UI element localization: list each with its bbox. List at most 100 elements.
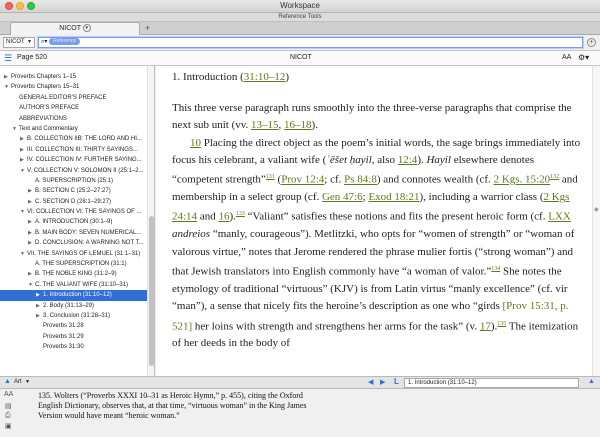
disclosure-closed-icon[interactable]: ▶ (36, 311, 43, 321)
heading-text: 1. Introduction ( (172, 71, 244, 83)
toc-item[interactable]: ▶ B. COLLECTION IIB: THE LORD AND HI... (0, 134, 154, 144)
heading-reference-link[interactable]: 31:10–12 (244, 71, 286, 83)
new-tab-icon[interactable]: + (145, 23, 150, 33)
toc-item[interactable]: ▶ B. THE NOBLE KING (31:2–9) (0, 269, 154, 279)
disclosure-closed-icon[interactable]: ▶ (28, 217, 35, 227)
disclosure-open-icon[interactable]: ▼ (28, 280, 35, 290)
text: ; cf. (324, 173, 345, 186)
disclosure-open-icon[interactable]: ▼ (4, 82, 11, 92)
page-number: Page 520 (17, 54, 47, 61)
footnote-link[interactable]: 132 (550, 174, 559, 180)
copy-icon[interactable]: ▤ (5, 402, 12, 410)
disclosure-open-icon[interactable]: ▼ (20, 249, 27, 259)
paragraph: This three verse paragraph runs smoothly… (172, 100, 582, 135)
tab-nicot[interactable]: NICOT ▾ (10, 22, 140, 35)
toc-item[interactable]: ▶ B. SECTION C (25:2–27:27) (0, 186, 154, 196)
toc-item[interactable]: ▶ 2. Body (31:13–29) (0, 301, 154, 311)
disclosure-closed-icon[interactable]: ▶ (20, 155, 27, 165)
toc-item[interactable]: ▶ 3. Conclusion (31:28–31) (0, 311, 154, 321)
scripture-link[interactable]: 2 Kgs. 15:20 (494, 174, 551, 186)
greek-term: andreios (172, 228, 211, 241)
toc-scroll-thumb[interactable] (149, 216, 154, 366)
toc-item[interactable]: ▶ Proverbs Chapters 1–15 (0, 72, 154, 82)
abbreviation-link[interactable]: LXX (548, 211, 571, 223)
footnote-link[interactable]: 135 (497, 321, 506, 327)
reference-pill[interactable]: Reference (49, 38, 81, 45)
toc-item[interactable]: ▶ A. INTRODUCTION (30:1–9) (0, 217, 154, 227)
reference-input[interactable]: ⌕▾ Reference (38, 37, 583, 48)
scripture-link[interactable]: Exod 18:21 (368, 191, 419, 203)
toc-item[interactable]: ▼ C. THE VALIANT WIFE (31:10–31) (0, 280, 154, 290)
scripture-link[interactable]: Ps 84:8 (344, 174, 377, 186)
scroll-marker-icon: ◆ (594, 207, 599, 213)
disclosure-closed-icon[interactable]: ▶ (20, 134, 27, 144)
location-link-icon[interactable]: L (394, 377, 399, 386)
zoom-window-button[interactable] (27, 2, 35, 10)
toc-item[interactable]: A. SUPERSCRIPTION (25:1) (0, 176, 154, 186)
disclosure-open-icon[interactable]: ▼ (20, 166, 27, 176)
toc-item[interactable]: Proverbs 31:29 (0, 332, 154, 342)
toc-item[interactable]: Proverbs 31:28 (0, 321, 154, 331)
font-size-icon[interactable]: AA (562, 51, 571, 65)
disclosure-closed-icon[interactable]: ▶ (20, 145, 27, 155)
toc-item[interactable]: ▼ V. COLLECTION V: SOLOMON II (25:1–2... (0, 166, 154, 176)
toc-item[interactable]: ▶ III. COLLECTION III: THIRTY SAYINGS... (0, 145, 154, 155)
toc-item[interactable]: ▼ VI. COLLECTION VI: THE SAYINGS OF ... (0, 207, 154, 217)
tab-menu-icon[interactable]: ▾ (82, 24, 91, 33)
toc-item[interactable]: GENERAL EDITOR'S PREFACE (0, 93, 154, 103)
gear-icon[interactable]: ⚙▾ (578, 51, 589, 65)
toc-item[interactable]: ▶ B. MAIN BODY: SEVEN NUMERICAL... (0, 228, 154, 238)
pin-icon[interactable]: ▣ (5, 422, 12, 430)
add-icon[interactable]: + (587, 38, 596, 47)
disclosure-open-icon[interactable]: ▼ (12, 124, 19, 134)
art-chevron-down-icon[interactable]: ▼ (25, 379, 30, 385)
verse-link[interactable]: 10 (190, 137, 201, 149)
toc-item[interactable]: ▼ Proverbs Chapters 15–31 (0, 82, 154, 92)
scripture-link[interactable]: Prov 12:4 (281, 174, 324, 186)
toc-item-label: B. SECTION C (25:2–27:27) (35, 188, 111, 195)
scripture-link[interactable]: 17 (480, 320, 491, 332)
disclosure-closed-icon[interactable]: ▶ (28, 238, 35, 248)
toc-item[interactable]: ▶ IV. COLLECTION IV: FURTHER SAYING... (0, 155, 154, 165)
scripture-link[interactable]: 16 (218, 211, 229, 223)
toc-toggle-icon[interactable]: ☰ (4, 51, 12, 65)
toc-item-label: Proverbs 31:30 (43, 344, 84, 351)
toc-item[interactable]: ▶ D. CONCLUSION: A WARNING NOT T... (0, 238, 154, 248)
disclosure-open-icon[interactable]: ▼ (20, 207, 27, 217)
disclosure-closed-icon[interactable]: ▶ (36, 301, 43, 311)
toc-item[interactable]: AUTHOR'S PREFACE (0, 103, 154, 113)
scripture-link[interactable]: 12:4 (398, 154, 418, 166)
scripture-link[interactable]: Gen 47:6 (322, 191, 363, 203)
art-menu[interactable]: Art (14, 379, 22, 385)
footnote-link[interactable]: 131 (266, 174, 275, 180)
toc-item[interactable]: A. THE SUPERSCRIPTION (31:1) (0, 259, 154, 269)
expand-icon[interactable]: ▲ (588, 378, 595, 385)
footnote-link[interactable]: 133 (236, 211, 245, 217)
content-scrollbar[interactable]: ◆ (592, 66, 600, 376)
scripture-link[interactable]: 13–15 (251, 119, 279, 131)
location-field[interactable]: 1. Introduction (31:10–12) (404, 378, 579, 388)
toc-item[interactable]: ▶ C. SECTION D (28:1–29:27) (0, 197, 154, 207)
disclosure-closed-icon[interactable]: ▶ (28, 269, 35, 279)
toc-scrollbar[interactable] (147, 66, 154, 376)
footnote-link[interactable]: 134 (491, 266, 500, 272)
disclosure-closed-icon[interactable]: ▶ (36, 290, 43, 300)
back-arrow-icon[interactable]: ◀ (368, 378, 373, 386)
toc-item[interactable]: Proverbs 31:30 (0, 342, 154, 352)
forward-arrow-icon[interactable]: ▶ (380, 378, 385, 386)
toc-item[interactable]: ▼ Text and Commentary (0, 124, 154, 134)
close-window-button[interactable] (5, 2, 13, 10)
disclosure-closed-icon[interactable]: ▶ (28, 186, 35, 196)
print-icon[interactable]: ⎙ (5, 412, 11, 420)
art-triangle-icon[interactable]: ▲ (4, 378, 11, 385)
scripture-link[interactable]: 16–18 (284, 119, 312, 131)
resource-selector[interactable]: NICOT ▼ (3, 37, 35, 48)
toc-item[interactable]: ▼ VII. THE SAYINGS OF LEMUEL (31:1–31) (0, 249, 154, 259)
minimize-window-button[interactable] (16, 2, 24, 10)
toc-item[interactable]: ▶ 1. Introduction (31:10–12) (0, 290, 154, 301)
disclosure-closed-icon[interactable]: ▶ (28, 197, 35, 207)
font-size-icon[interactable]: AA (4, 391, 13, 398)
disclosure-closed-icon[interactable]: ▶ (4, 72, 11, 82)
disclosure-closed-icon[interactable]: ▶ (28, 228, 35, 238)
toc-item[interactable]: ABBREVIATIONS (0, 114, 154, 124)
